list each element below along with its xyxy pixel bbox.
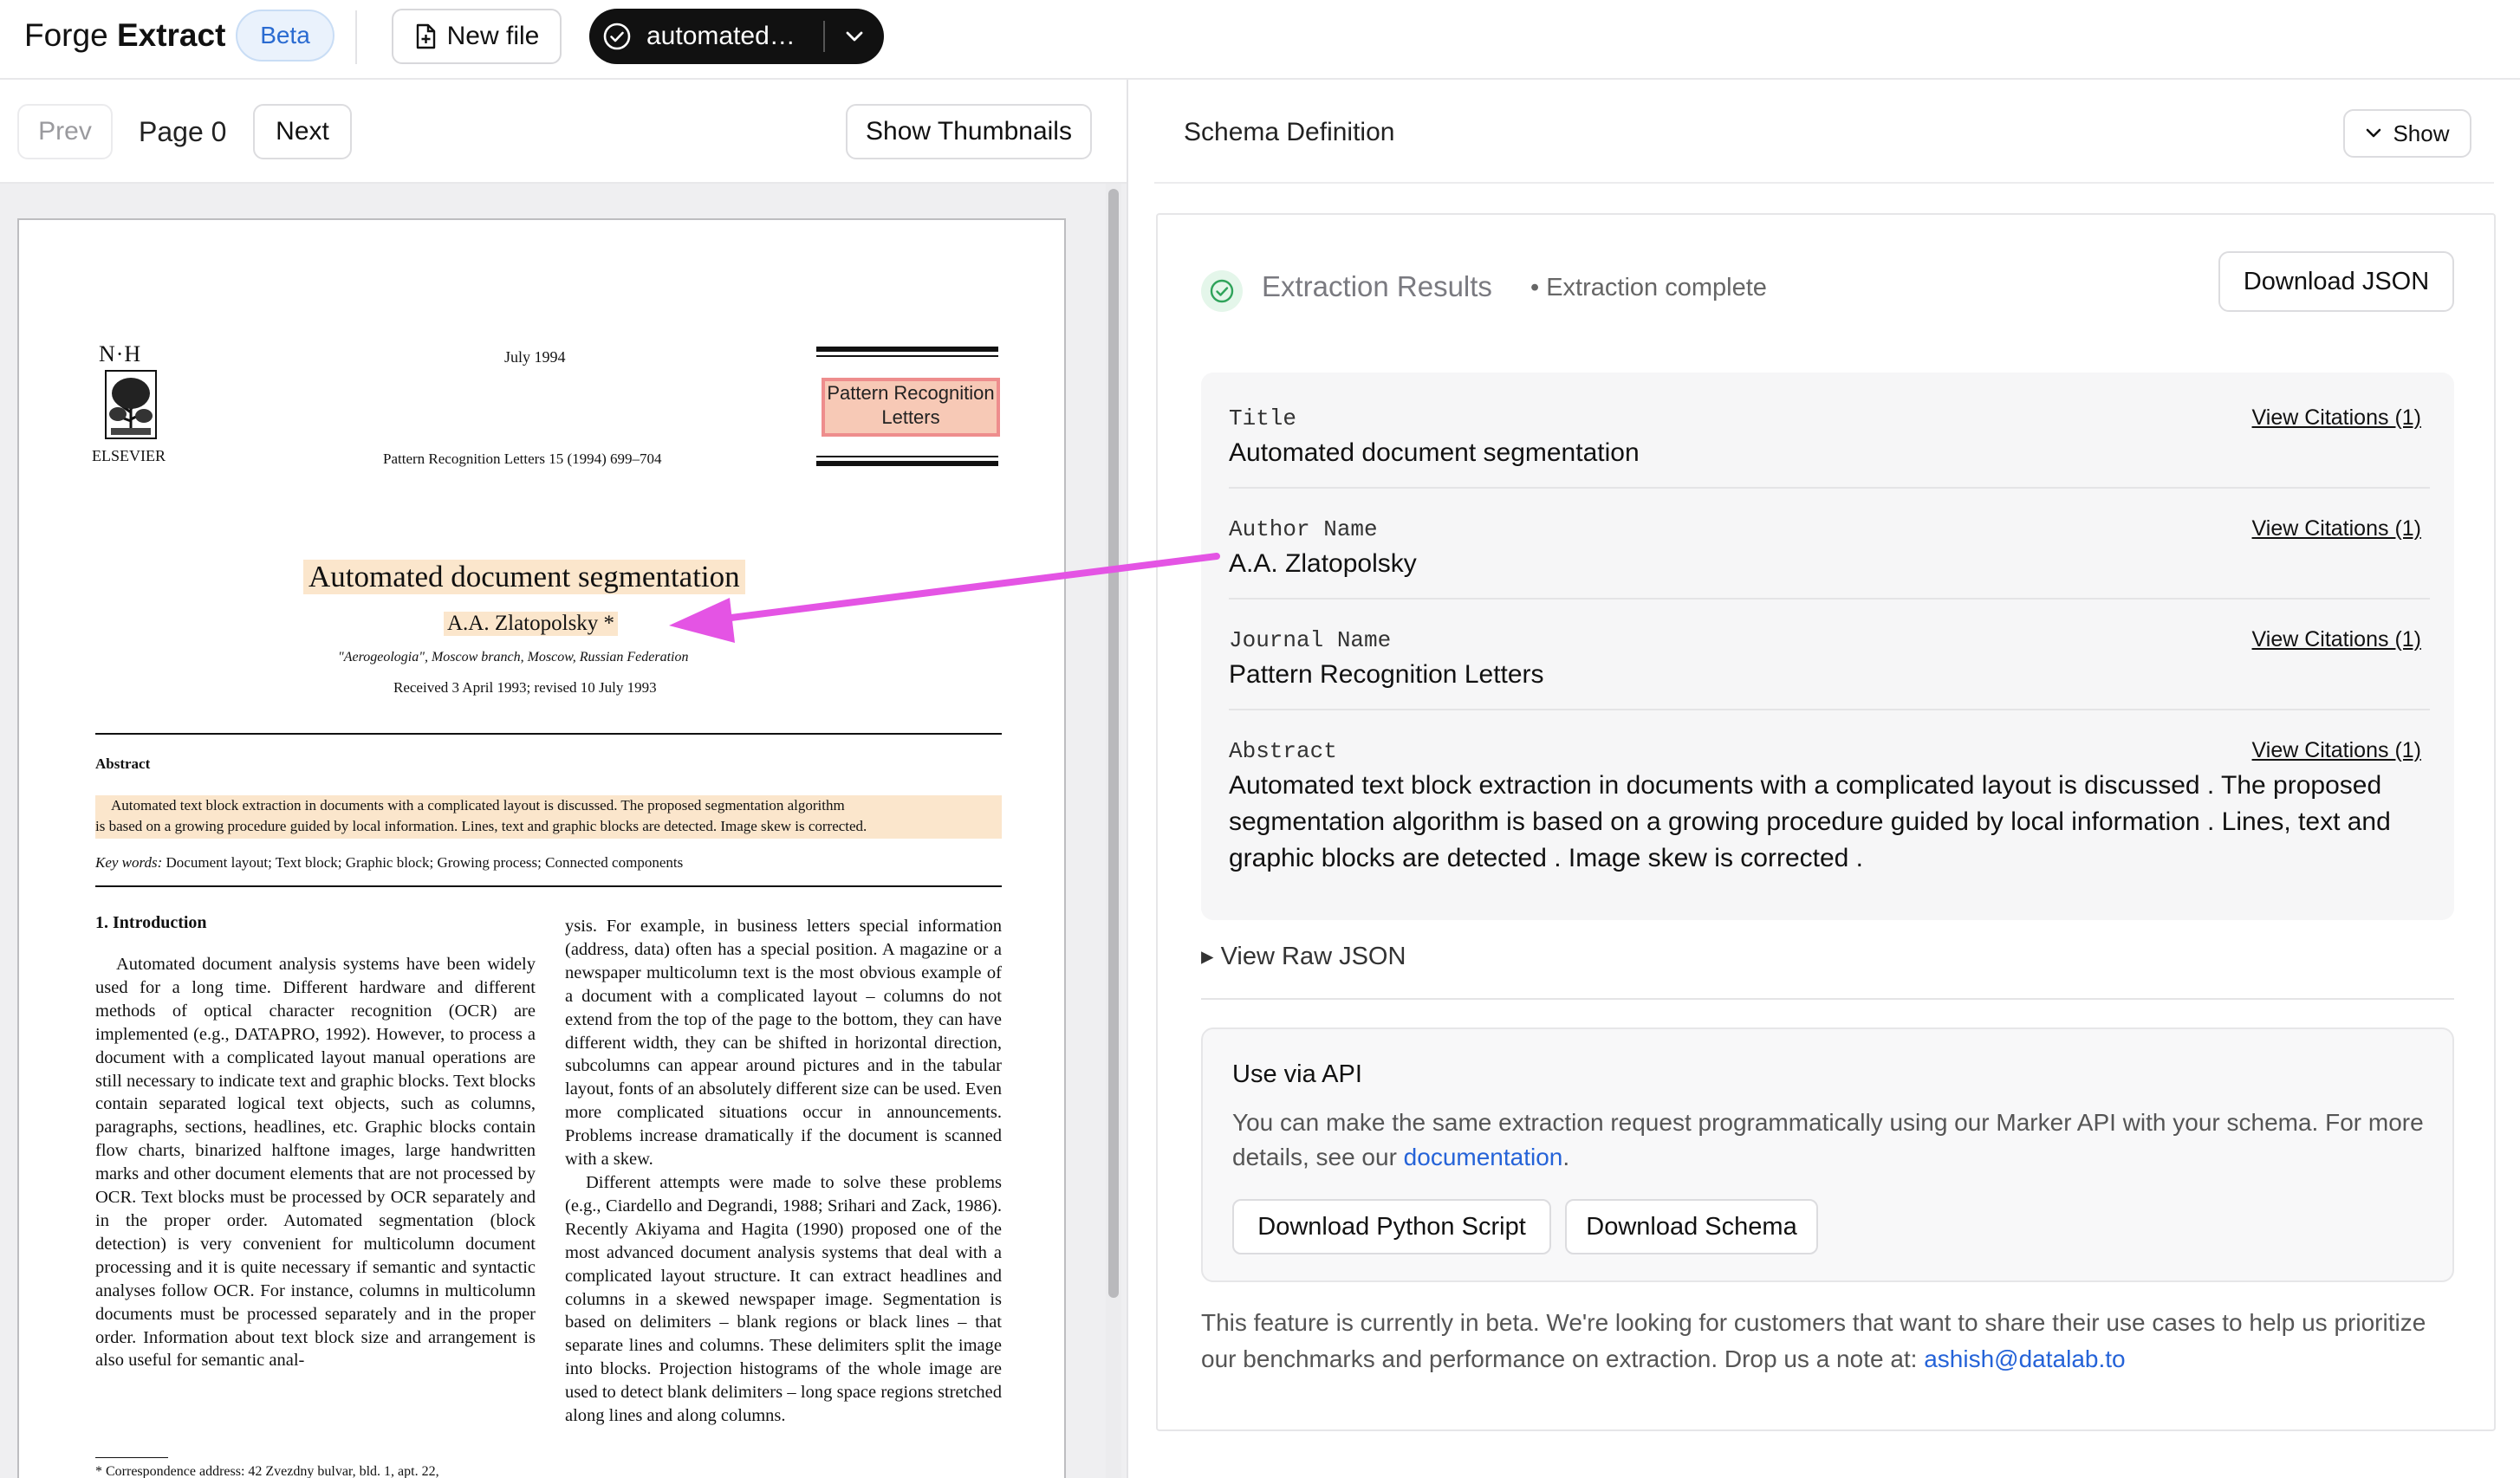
document-selector[interactable]: automated… — [589, 9, 884, 64]
documentation-link[interactable]: documentation — [1404, 1144, 1563, 1170]
keywords-line: Key words: Document layout; Text block; … — [95, 854, 683, 872]
field-divider — [1229, 598, 2430, 600]
show-label: Show — [2393, 120, 2450, 146]
abstract-bottom-rule — [95, 885, 1002, 887]
new-file-icon — [416, 23, 435, 49]
download-python-script-button[interactable]: Download Python Script — [1232, 1199, 1551, 1254]
paper-title-highlight: Automated document segmentation — [303, 560, 745, 594]
view-citations-link[interactable]: View Citations (1) — [2252, 627, 2421, 652]
extraction-results-card: Extraction Results • Extraction complete… — [1156, 213, 2496, 1431]
rule-top — [816, 347, 998, 352]
show-schema-button[interactable]: Show — [2343, 109, 2471, 158]
check-circle-icon — [601, 21, 633, 52]
pdf-page: N·H ELSEVIER July 1994 Pattern Recogniti… — [17, 218, 1066, 1478]
field-label: Title — [1229, 405, 1297, 431]
api-title: Use via API — [1232, 1060, 1362, 1088]
chevron-down-icon[interactable] — [844, 29, 870, 43]
extraction-status: • Extraction complete — [1530, 274, 1767, 301]
rule-bottom — [816, 461, 998, 466]
paper-author-highlight: A.A. Zlatopolsky * — [444, 612, 619, 636]
right-column-paragraph-1: ysis. For example, in business letters s… — [565, 917, 1002, 1170]
beta-note: This feature is currently in beta. We're… — [1201, 1305, 2454, 1378]
footnote-rule — [95, 1457, 168, 1458]
field-value: Automated document segmentation — [1229, 438, 1640, 467]
abstract-top-rule — [95, 733, 1002, 735]
keywords-text: Document layout; Text block; Graphic blo… — [166, 854, 684, 871]
field-label: Journal Name — [1229, 627, 1392, 653]
contact-email-link[interactable]: ashish@datalab.to — [1924, 1345, 2125, 1372]
field-label: Abstract — [1229, 738, 1337, 764]
publisher-name: ELSEVIER — [92, 447, 166, 464]
view-raw-json-toggle[interactable]: ▸ View Raw JSON — [1201, 941, 1406, 971]
new-file-label: New file — [446, 22, 540, 50]
field-value: Automated text block extraction in docum… — [1229, 771, 2391, 872]
next-page-button[interactable]: Next — [253, 104, 352, 159]
view-citations-link[interactable]: View Citations (1) — [2252, 405, 2421, 431]
viewer-toolbar: Prev Page 0 Next Show Thumbnails — [0, 80, 1127, 184]
elsevier-tree-logo-icon — [105, 370, 157, 439]
rule-top-thin — [816, 355, 998, 357]
api-description: You can make the same extraction request… — [1232, 1105, 2428, 1175]
schema-definition-heading: Schema Definition — [1184, 118, 1395, 146]
view-citations-link[interactable]: View Citations (1) — [2252, 516, 2421, 541]
right-column-paragraph-2: Different attempts were made to solve th… — [565, 1172, 1002, 1426]
app-logo: Forge Extract — [24, 17, 225, 54]
journal-box-line-2: Letters — [881, 406, 940, 428]
pdf-viewport[interactable]: N·H ELSEVIER July 1994 Pattern Recogniti… — [0, 184, 1127, 1478]
extraction-results-title: Extraction Results — [1262, 270, 1492, 302]
section-heading: 1. Introduction — [95, 913, 207, 932]
top-bar: Forge Extract Beta New file automated… — [0, 0, 2520, 80]
received-dates: Received 3 April 1993; revised 10 July 1… — [393, 679, 657, 696]
intro-right-column: ysis. For example, in business letters s… — [565, 915, 1002, 1428]
api-description-end: . — [1562, 1144, 1570, 1170]
new-file-button[interactable]: New file — [392, 9, 562, 64]
field-label: Author Name — [1229, 516, 1378, 542]
field-value: Pattern Recognition Letters — [1229, 660, 1544, 689]
success-check-icon — [1201, 270, 1243, 312]
chevron-down-icon — [2367, 128, 2381, 138]
author-affiliation: "Aerogeologia", Moscow branch, Moscow, R… — [338, 650, 689, 664]
journal-citation: Pattern Recognition Letters 15 (1994) 69… — [383, 451, 662, 467]
abstract-text-highlight: Automated text block extraction in docum… — [95, 795, 1002, 839]
beta-badge: Beta — [236, 10, 334, 62]
journal-name-highlight: Pattern Recognition Letters — [822, 378, 1000, 437]
abstract-heading: Abstract — [95, 755, 151, 772]
document-name: automated… — [646, 22, 796, 50]
publisher-mark: N·H — [99, 341, 142, 366]
field-divider — [1229, 487, 2430, 489]
prev-page-button[interactable]: Prev — [17, 104, 113, 159]
intro-left-column: Automated document analysis systems have… — [95, 955, 536, 1371]
brand-name-plain: Forge — [24, 17, 108, 53]
selector-divider — [823, 21, 825, 52]
footnote: * Correspondence address: 42 Zvezdny bul… — [95, 1464, 439, 1478]
viewer-scrollbar-thumb[interactable] — [1108, 189, 1119, 1298]
section-divider — [1201, 998, 2454, 1000]
section-divider — [1154, 182, 2494, 184]
download-json-button[interactable]: Download JSON — [2218, 251, 2454, 312]
results-panel: Schema Definition Show Extraction Result… — [1128, 80, 2520, 1478]
download-schema-button[interactable]: Download Schema — [1565, 1199, 1818, 1254]
keywords-label: Key words: — [95, 854, 163, 871]
issue-date: July 1994 — [504, 348, 566, 366]
field-divider — [1229, 709, 2430, 710]
field-value: A.A. Zlatopolsky — [1229, 549, 1417, 578]
brand-name-bold: Extract — [116, 17, 226, 53]
view-citations-link[interactable]: View Citations (1) — [2252, 738, 2421, 763]
api-usage-box: Use via API You can make the same extrac… — [1201, 1027, 2454, 1282]
rule-bottom-thin — [816, 456, 998, 457]
abstract-line-2: is based on a growing procedure guided b… — [95, 818, 867, 834]
toolbar-divider — [355, 10, 357, 64]
abstract-line-1: Automated text block extraction in docum… — [111, 797, 845, 814]
document-viewer-panel: Prev Page 0 Next Show Thumbnails N·H ELS… — [0, 80, 1127, 1478]
page-indicator: Page 0 — [139, 116, 227, 147]
beta-note-text: This feature is currently in beta. We're… — [1201, 1309, 2426, 1372]
show-thumbnails-button[interactable]: Show Thumbnails — [846, 104, 1092, 159]
journal-box-line-1: Pattern Recognition — [827, 382, 995, 404]
extracted-fields: Title View Citations (1) Automated docum… — [1201, 373, 2454, 920]
